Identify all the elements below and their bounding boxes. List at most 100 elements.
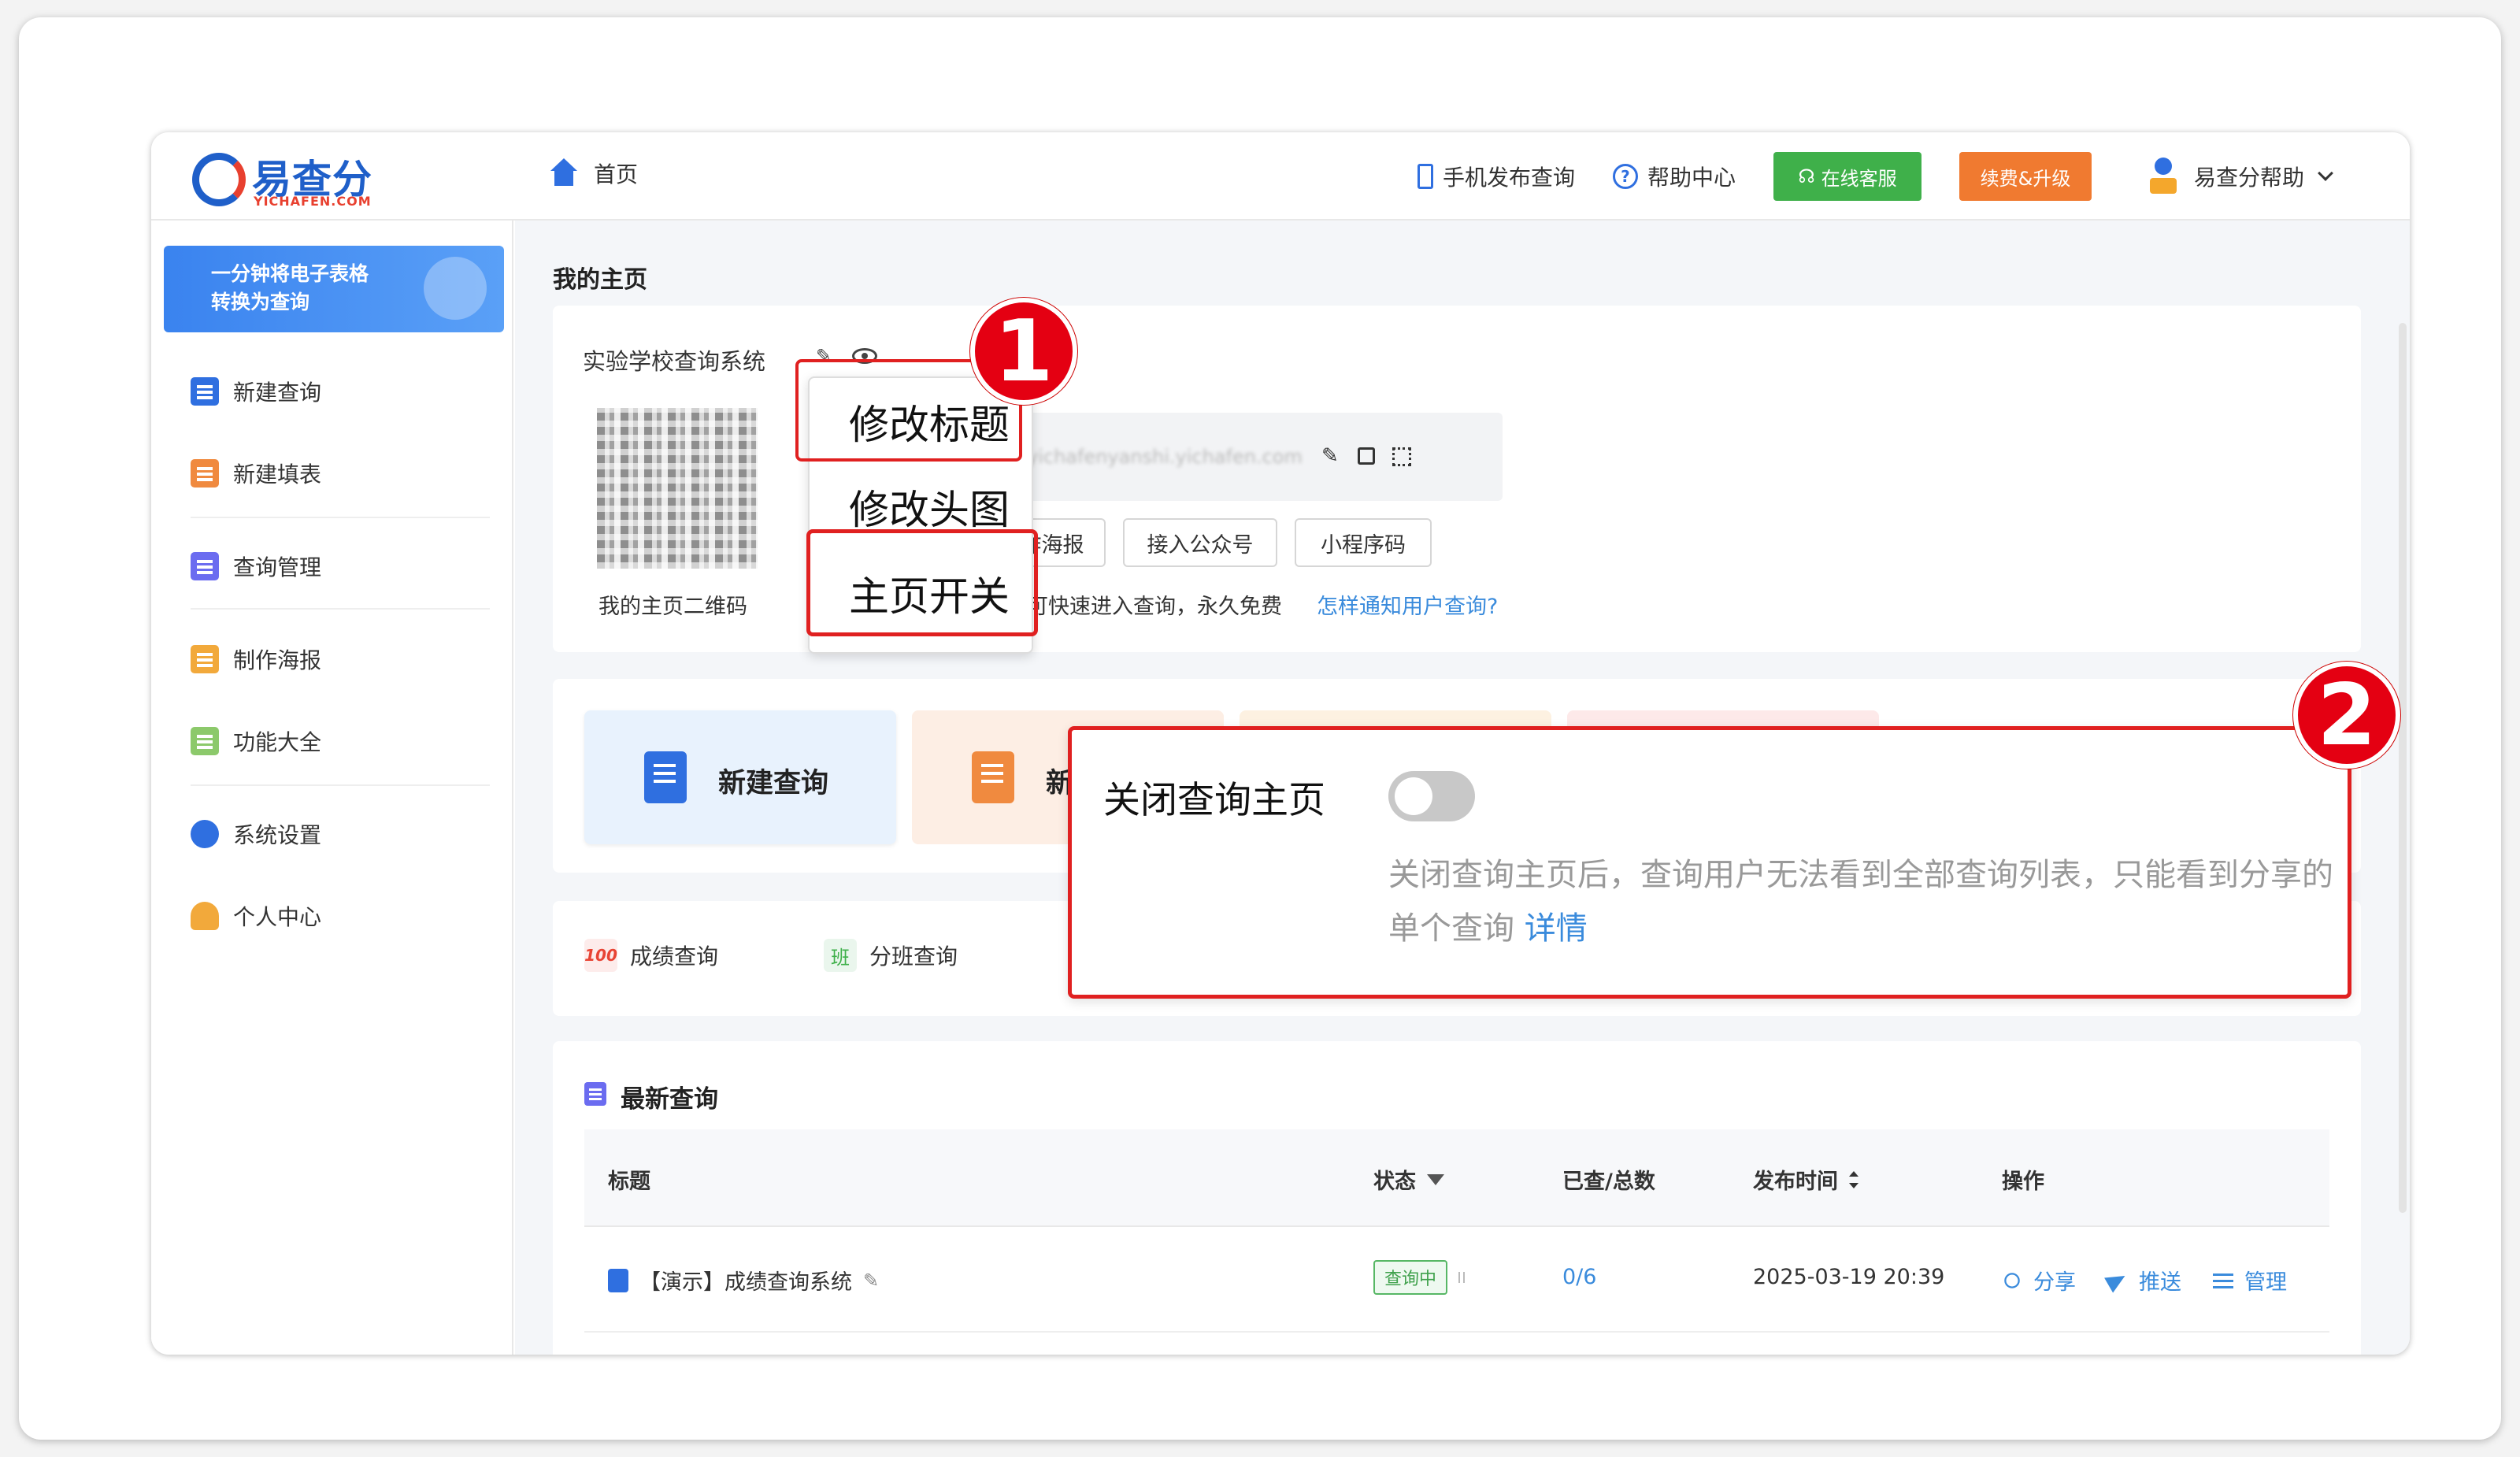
qr-small-icon[interactable]	[1392, 447, 1411, 466]
details-link[interactable]: 详情	[1525, 910, 1588, 947]
image-icon	[191, 645, 219, 673]
logo[interactable]: 易查分 YICHAFEN.COM	[192, 148, 381, 209]
column-title: 标题	[608, 1170, 650, 1194]
renew-upgrade-button[interactable]: 续费&升级	[1959, 152, 2092, 201]
avatar	[2148, 158, 2178, 195]
share-icon	[2004, 1272, 2020, 1288]
push-button[interactable]: 推送	[2107, 1265, 2181, 1296]
tile-label: 新建查询	[718, 768, 829, 799]
sidebar-item-query-management[interactable]: 查询管理	[151, 531, 513, 602]
hint-text: 可快速进入查询，永久免费	[1027, 595, 1282, 619]
site-name: 实验学校查询系统	[583, 348, 766, 375]
new-query-tile[interactable]: 新建查询	[584, 710, 896, 844]
online-service-button[interactable]: ☊ 在线客服	[1773, 152, 1922, 201]
highlight-homepage-switch	[806, 529, 1038, 636]
scrollbar[interactable]	[2399, 323, 2407, 1213]
row-title[interactable]: 【演示】成绩查询系统	[639, 1265, 852, 1296]
template-label: 分班查询	[869, 944, 958, 969]
page-title: 我的主页	[553, 266, 647, 294]
manage-label: 管理	[2244, 1270, 2287, 1295]
sidebar-item-label: 个人中心	[233, 904, 322, 930]
url-edit-icon[interactable]: ✎	[1321, 444, 1339, 468]
connect-official-account-button[interactable]: 接入公众号	[1123, 518, 1277, 567]
user-name: 易查分帮助	[2193, 165, 2304, 191]
copy-icon[interactable]	[1358, 447, 1375, 465]
home-icon	[548, 158, 580, 188]
mini-program-code-button[interactable]: 小程序码	[1295, 518, 1432, 567]
sidebar-item-personal-center[interactable]: 个人中心	[151, 881, 513, 951]
table-row: 【演示】成绩查询系统 ✎ 查询中 0/6 2025-03-19 20:39 分享	[584, 1227, 2329, 1333]
section-title: 最新查询	[621, 1085, 718, 1114]
column-count: 已查/总数	[1562, 1170, 1655, 1194]
headset-icon: ☊	[1798, 165, 1815, 187]
drag-handle-icon[interactable]	[1458, 1272, 1466, 1283]
sidebar-item-new-form[interactable]: 新建填表	[151, 438, 513, 509]
sidebar-item-new-query[interactable]: 新建查询	[151, 356, 513, 427]
homepage-url-box: yichafenyanshi.yichafen.com ✎	[999, 413, 1503, 501]
toggle-panel-desc: 关闭查询主页后，查询用户无法看到全部查询列表，只能看到分享的单个查询 详情	[1388, 848, 2333, 955]
hundred-points-icon: 100	[584, 939, 617, 972]
sidebar-item-system-settings[interactable]: 系统设置	[151, 799, 513, 869]
sidebar-item-all-features[interactable]: 功能大全	[151, 706, 513, 777]
notify-users-link[interactable]: 怎样通知用户查询?	[1317, 589, 1498, 620]
user-menu[interactable]: 易查分帮助	[2148, 158, 2333, 195]
sidebar: 一分钟将电子表格 转换为查询 新建查询 新建填表 查询管理 制作海报 功能大全	[151, 221, 513, 1355]
step-badge-1: 1	[970, 298, 1077, 405]
chevron-down-icon	[2318, 165, 2333, 181]
row-status-cell: 查询中	[1373, 1260, 1466, 1295]
person-icon	[191, 902, 219, 930]
row-actions: 分享 推送 管理	[2002, 1265, 2287, 1296]
template-class-query[interactable]: 班 分班查询	[824, 939, 958, 972]
edit-pencil-icon[interactable]: ✎	[863, 1270, 879, 1292]
help-center-link[interactable]: ? 帮助中心	[1612, 161, 1736, 192]
doc-edit-icon	[191, 459, 219, 488]
list-icon	[191, 552, 219, 580]
row-count[interactable]: 0/6	[1562, 1265, 1596, 1289]
screenshot-frame: 易查分 YICHAFEN.COM 首页 手机发布查询 ? 帮助中心 ☊ 在线客服…	[19, 17, 2501, 1440]
help-center-label: 帮助中心	[1647, 165, 1736, 191]
template-score-query[interactable]: 100 成绩查询	[584, 939, 718, 972]
sidebar-item-label: 新建查询	[233, 380, 322, 406]
share-button[interactable]: 分享	[2002, 1265, 2076, 1296]
sidebar-item-make-poster[interactable]: 制作海报	[151, 624, 513, 695]
manage-button[interactable]: 管理	[2213, 1265, 2287, 1296]
phone-icon	[1417, 164, 1433, 189]
row-title-cell[interactable]: 【演示】成绩查询系统 ✎	[608, 1265, 879, 1296]
doc-search-icon	[608, 1268, 628, 1292]
filter-icon[interactable]	[1427, 1173, 1444, 1185]
homepage-toggle-panel: 关闭查询主页 关闭查询主页后，查询用户无法看到全部查询列表，只能看到分享的单个查…	[1068, 726, 2351, 999]
logo-mark-icon	[192, 153, 246, 206]
home-label: 首页	[594, 161, 639, 187]
latest-queries-card: 最新查询 标题 状态 已查/总数 发布时间 操作 【演示】成绩查询系统 ✎ 查询…	[553, 1041, 2361, 1355]
template-label: 成绩查询	[630, 944, 719, 969]
sidebar-item-label: 系统设置	[233, 822, 322, 848]
column-published[interactable]: 发布时间	[1753, 1164, 1858, 1195]
mobile-publish-link[interactable]: 手机发布查询	[1417, 161, 1575, 192]
send-icon	[2107, 1270, 2128, 1291]
mobile-publish-label: 手机发布查询	[1442, 165, 1575, 191]
top-bar: 易查分 YICHAFEN.COM 首页 手机发布查询 ? 帮助中心 ☊ 在线客服…	[151, 132, 2410, 221]
column-status[interactable]: 状态	[1373, 1164, 1444, 1195]
top-links: 手机发布查询 ? 帮助中心 ☊ 在线客服 续费&升级 易查分帮助	[1417, 132, 2410, 221]
logo-subtext: YICHAFEN.COM	[254, 194, 372, 209]
sidebar-banner[interactable]: 一分钟将电子表格 转换为查询	[164, 246, 504, 332]
row-published: 2025-03-19 20:39	[1753, 1265, 1945, 1289]
qr-code-image	[597, 408, 758, 569]
home-link[interactable]: 首页	[548, 158, 638, 189]
help-icon: ?	[1612, 164, 1638, 189]
homepage-url[interactable]: yichafenyanshi.yichafen.com	[1027, 446, 1303, 468]
sidebar-divider	[191, 784, 490, 786]
sidebar-item-label: 功能大全	[233, 729, 322, 755]
banner-illustration-icon	[424, 257, 487, 320]
doc-search-icon	[191, 377, 219, 406]
sidebar-item-label: 新建填表	[233, 462, 322, 488]
status-badge: 查询中	[1373, 1260, 1448, 1295]
sort-icon[interactable]	[1849, 1170, 1858, 1188]
close-homepage-toggle[interactable]	[1388, 771, 1475, 821]
column-status-label: 状态	[1373, 1170, 1416, 1194]
grid-icon	[191, 727, 219, 755]
doc-edit-icon	[972, 751, 1014, 803]
online-service-label: 在线客服	[1821, 167, 1897, 190]
share-label: 分享	[2033, 1270, 2076, 1295]
toggle-panel-title: 关闭查询主页	[1103, 779, 1325, 822]
